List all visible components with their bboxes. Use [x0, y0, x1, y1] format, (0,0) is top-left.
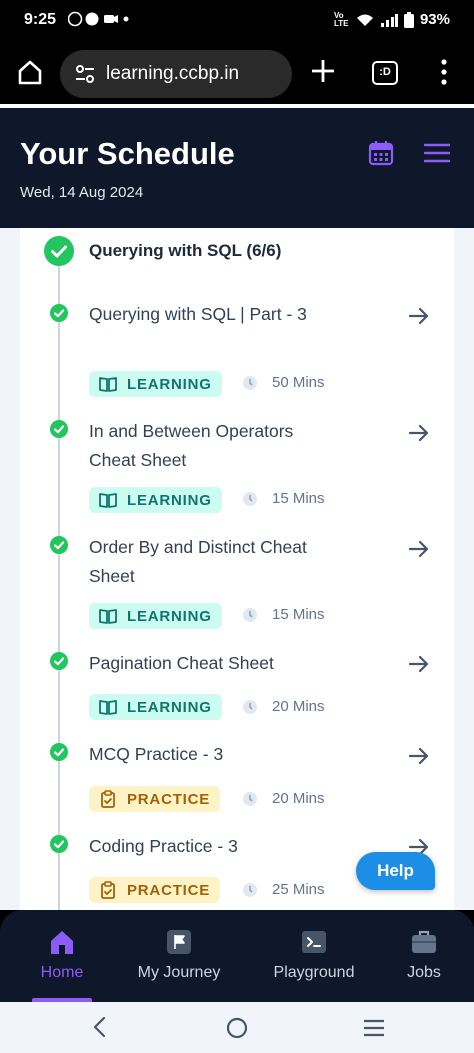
wifi-icon — [356, 14, 373, 26]
whatsapp-icon — [67, 11, 129, 27]
nav-home[interactable]: Home — [7, 928, 117, 982]
android-navigation-bar — [0, 1002, 474, 1053]
duration: 15 Mins — [242, 490, 325, 507]
item-title[interactable]: MCQ Practice - 3 — [89, 740, 329, 769]
section-title: Querying with SQL (6/6) — [89, 241, 282, 260]
duration: 20 Mins — [242, 790, 325, 807]
duration: 15 Mins — [242, 606, 325, 623]
learning-badge: LEARNING — [89, 694, 222, 720]
duration-text: 50 Mins — [272, 374, 325, 391]
clock-icon — [243, 491, 257, 506]
schedule-content: Querying with SQL (6/6) Querying with SQ… — [0, 228, 474, 910]
notification-icons — [67, 11, 132, 30]
clock-icon — [243, 607, 257, 622]
duration: 25 Mins — [242, 881, 325, 898]
book-icon — [99, 700, 117, 715]
badge-label: LEARNING — [127, 491, 212, 509]
clock-icon — [243, 882, 257, 897]
more-options-icon[interactable] — [434, 57, 454, 87]
learning-badge: LEARNING — [89, 487, 222, 513]
nav-playground[interactable]: Playground — [259, 928, 369, 982]
practice-badge: PRACTICE — [89, 786, 221, 812]
volte-icon: Vo LTE — [333, 10, 349, 28]
android-home-icon[interactable] — [226, 1017, 248, 1039]
arrow-right-icon[interactable] — [408, 305, 430, 327]
browser-home-icon[interactable] — [16, 58, 44, 86]
app-header: Your Schedule Wed, 14 Aug 2024 — [0, 108, 474, 228]
tab-switcher-button[interactable]: :D — [372, 61, 398, 85]
bottom-navigation: Home My Journey Playground Jobs — [0, 910, 474, 1002]
practice-badge: PRACTICE — [89, 877, 221, 903]
learning-badge: LEARNING — [89, 603, 222, 629]
item-complete-icon — [50, 835, 68, 853]
nav-label: My Journey — [137, 964, 221, 981]
badge-label: PRACTICE — [127, 881, 211, 899]
book-icon — [99, 493, 117, 508]
status-right: Vo LTE 93% — [334, 11, 450, 28]
item-complete-icon — [50, 743, 68, 761]
battery-icon — [403, 11, 414, 28]
recent-apps-icon[interactable] — [362, 1018, 386, 1038]
badge-label: PRACTICE — [127, 790, 211, 808]
badge-label: LEARNING — [127, 375, 212, 393]
clock-icon — [243, 699, 257, 714]
item-complete-icon — [50, 304, 68, 322]
book-icon — [99, 377, 117, 392]
page-title: Your Schedule — [20, 136, 235, 171]
battery-percent: 93% — [419, 11, 450, 28]
briefcase-icon — [412, 930, 436, 953]
badge-label: LEARNING — [127, 698, 212, 716]
clipboard-check-icon — [101, 790, 115, 808]
item-title[interactable]: In and Between Operators Cheat Sheet — [89, 417, 329, 475]
browser-toolbar: learning.ccbp.in :D — [0, 40, 474, 106]
item-complete-icon — [50, 536, 68, 554]
item-title[interactable]: Order By and Distinct Cheat Sheet — [89, 533, 309, 591]
address-bar[interactable]: learning.ccbp.in — [60, 50, 292, 98]
duration-text: 25 Mins — [272, 881, 325, 898]
item-title[interactable]: Querying with SQL | Part - 3 — [89, 300, 329, 329]
clock-icon — [243, 375, 257, 390]
item-complete-icon — [50, 652, 68, 670]
arrow-right-icon[interactable] — [408, 538, 430, 560]
item-title[interactable]: Coding Practice - 3 — [89, 832, 329, 861]
home-icon — [51, 931, 73, 954]
calendar-icon[interactable] — [368, 140, 394, 166]
duration: 50 Mins — [242, 374, 325, 391]
hamburger-menu-icon[interactable] — [424, 142, 450, 164]
terminal-icon — [302, 931, 326, 953]
clock-icon — [243, 791, 257, 806]
flag-icon — [167, 930, 191, 954]
page-date: Wed, 14 Aug 2024 — [20, 184, 144, 201]
nav-my-journey[interactable]: My Journey — [124, 928, 234, 982]
arrow-right-icon[interactable] — [408, 422, 430, 444]
signal-icon — [380, 13, 398, 27]
badge-label: LEARNING — [127, 607, 212, 625]
duration-text: 20 Mins — [272, 698, 325, 715]
timeline-line — [58, 258, 60, 910]
duration-text: 20 Mins — [272, 790, 325, 807]
section-complete-icon — [44, 236, 74, 266]
url-text: learning.ccbp.in — [106, 63, 240, 84]
nav-jobs[interactable]: Jobs — [369, 928, 474, 982]
nav-label: Playground — [273, 964, 355, 981]
arrow-right-icon[interactable] — [408, 653, 430, 675]
new-tab-icon[interactable] — [310, 58, 336, 84]
learning-badge: LEARNING — [89, 371, 222, 397]
item-title[interactable]: Pagination Cheat Sheet — [89, 649, 349, 678]
arrow-right-icon[interactable] — [408, 745, 430, 767]
book-icon — [99, 609, 117, 624]
status-time: 9:25 — [24, 11, 57, 28]
clipboard-check-icon — [101, 881, 115, 899]
nav-label: Home — [40, 964, 84, 981]
duration: 20 Mins — [242, 698, 325, 715]
site-settings-icon[interactable] — [74, 63, 96, 85]
duration-text: 15 Mins — [272, 606, 325, 623]
back-icon[interactable] — [90, 1016, 110, 1038]
help-button[interactable]: Help — [356, 852, 435, 890]
status-bar: 9:25 Vo LTE 93% — [0, 0, 474, 40]
nav-label: Jobs — [407, 964, 441, 981]
duration-text: 15 Mins — [272, 490, 325, 507]
item-complete-icon — [50, 420, 68, 438]
